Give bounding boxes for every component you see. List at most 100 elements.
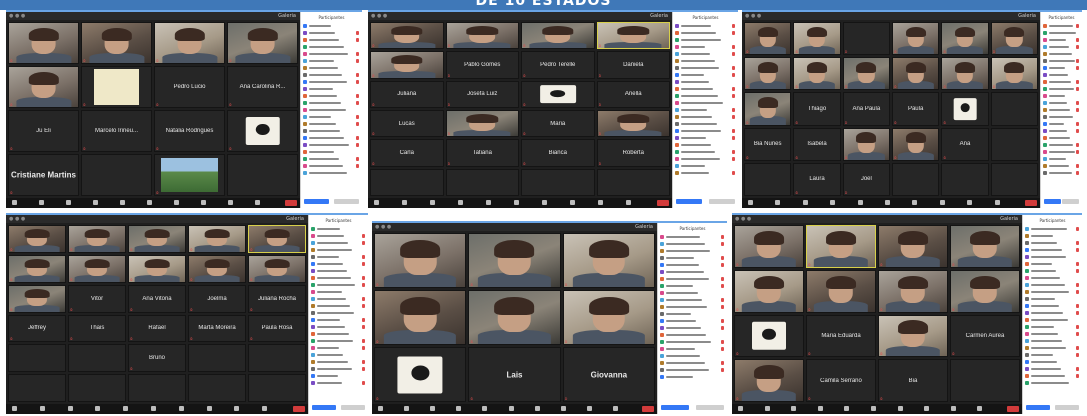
view-mode-button[interactable]: Galeria [286,216,304,222]
participant-list-item[interactable] [303,164,360,169]
invite-button[interactable] [676,199,703,204]
participant-list-item[interactable] [1025,332,1080,337]
participant-list-item[interactable] [660,235,725,240]
participant-tile[interactable]: ⦸ [793,57,841,91]
participant-tile[interactable]: ⦸ [596,22,670,50]
participant-tile[interactable]: ⦸ [734,269,804,313]
record-icon[interactable] [912,200,918,205]
participant-tile[interactable]: Lucas ⦸ [370,110,444,138]
participant-list-item[interactable] [660,368,725,373]
participant-list-item[interactable] [1043,150,1080,155]
participant-list-item[interactable] [1043,115,1080,120]
participant-list-item[interactable] [303,136,360,141]
participant-list-item[interactable] [1043,73,1080,78]
participant-tile[interactable]: Paula Rosa ⦸ [248,314,306,343]
participant-tile[interactable] [8,374,66,402]
participant-tile[interactable]: Maria Eduarda ⦸ [806,314,876,358]
participant-tile[interactable]: ⦸ [154,154,225,196]
participant-list-item[interactable] [1025,360,1080,365]
participant-list-item[interactable] [1025,304,1080,309]
participant-tile[interactable]: Ana Paula ⦸ [842,92,890,126]
participant-tile[interactable]: ⦸ [562,233,655,288]
participant-tile[interactable]: ⦸ [734,225,804,268]
participant-tile[interactable] [248,374,306,402]
participant-list-item[interactable] [311,269,366,274]
participant-list-item[interactable] [1025,339,1080,344]
participant-list-item[interactable] [675,94,736,99]
participant-list-item[interactable] [660,347,725,352]
participant-tile[interactable]: Bia ⦸ [878,359,948,402]
video-icon[interactable] [775,200,781,205]
participant-tile[interactable]: ⦸ [68,254,126,283]
participant-list-item[interactable] [660,242,725,247]
leave-button[interactable] [1007,406,1019,412]
participant-tile[interactable]: Ana Vitoria ⦸ [128,284,186,313]
participant-tile[interactable]: Rafael ⦸ [128,314,186,343]
mute-all-button[interactable] [341,405,365,410]
window-controls[interactable]: ● ● ● [375,225,391,230]
participant-list-item[interactable] [1043,80,1080,85]
participant-list-item[interactable] [311,297,366,302]
security-icon[interactable] [67,406,73,411]
participant-tile[interactable] [941,162,989,196]
participant-list-item[interactable] [660,305,725,310]
participant-tile[interactable]: Tatiana ⦸ [445,139,519,167]
participant-list-item[interactable] [1025,276,1080,281]
participant-tile[interactable]: Ju Eli ⦸ [8,110,79,152]
participant-list-item[interactable] [675,115,736,120]
leave-button[interactable] [657,200,669,206]
participant-tile[interactable]: Roberta ⦸ [596,139,670,167]
participant-tile[interactable]: ⦸ [188,225,246,253]
participant-list-item[interactable] [1043,38,1080,43]
participant-tile[interactable] [248,344,306,373]
participant-list-item[interactable] [311,276,366,281]
participant-tile[interactable]: ⦸ [744,92,792,126]
participant-list-item[interactable] [675,52,736,57]
participant-tile[interactable]: ⦸ [734,314,804,358]
share-screen-icon[interactable] [147,200,152,205]
participant-tile[interactable]: Isabela ⦸ [793,127,841,161]
participant-list-item[interactable] [1043,52,1080,57]
participant-tile[interactable]: Camila Serrano ⦸ [806,359,876,402]
invite-button[interactable] [1044,199,1061,204]
participant-tile[interactable]: ⦸ [941,22,989,56]
view-mode-button[interactable]: Galeria [278,13,296,19]
participant-tile[interactable]: ⦸ [990,22,1038,56]
participant-list-item[interactable] [675,150,736,155]
participant-tile[interactable]: ⦸ [370,22,444,50]
mute-all-button[interactable] [1062,199,1079,204]
participant-list-item[interactable] [303,171,360,176]
participant-list-item[interactable] [660,312,725,317]
participant-list-item[interactable] [660,326,725,331]
participant-list-item[interactable] [675,87,736,92]
leave-button[interactable] [293,406,305,412]
record-icon[interactable] [542,200,547,205]
participant-tile[interactable]: ⦸ [248,225,306,253]
participant-tile[interactable]: ⦸ [891,57,940,91]
participant-list-item[interactable] [1025,325,1080,330]
participant-list-item[interactable] [1025,353,1080,358]
video-icon[interactable] [404,406,410,411]
participant-list-item[interactable] [660,291,725,296]
reactions-icon[interactable] [939,200,945,205]
participant-list-item[interactable] [675,164,736,169]
participant-list-item[interactable] [675,73,736,78]
participant-list-item[interactable] [675,31,736,36]
record-icon[interactable] [897,406,903,411]
participant-tile[interactable]: ⦸ [521,22,595,50]
participant-tile[interactable]: ⦸ [878,225,948,268]
participant-list-item[interactable] [675,108,736,113]
participant-tile[interactable]: Marcelo Irineu... ⦸ [81,110,152,152]
more-icon[interactable] [626,200,631,205]
mute-icon[interactable] [374,200,379,205]
participant-tile[interactable]: ⦸ [227,22,298,64]
participant-list-item[interactable] [311,339,366,344]
security-icon[interactable] [791,406,797,411]
participant-tile[interactable]: ⦸ [81,66,152,108]
more-icon[interactable] [994,200,1000,205]
participant-list-item[interactable] [660,249,725,254]
participant-tile[interactable]: Vitor ⦸ [68,284,126,313]
participant-tile[interactable]: ⦸ [128,225,186,253]
participant-tile[interactable]: ⦸ [806,225,876,268]
participant-tile[interactable] [990,92,1038,126]
